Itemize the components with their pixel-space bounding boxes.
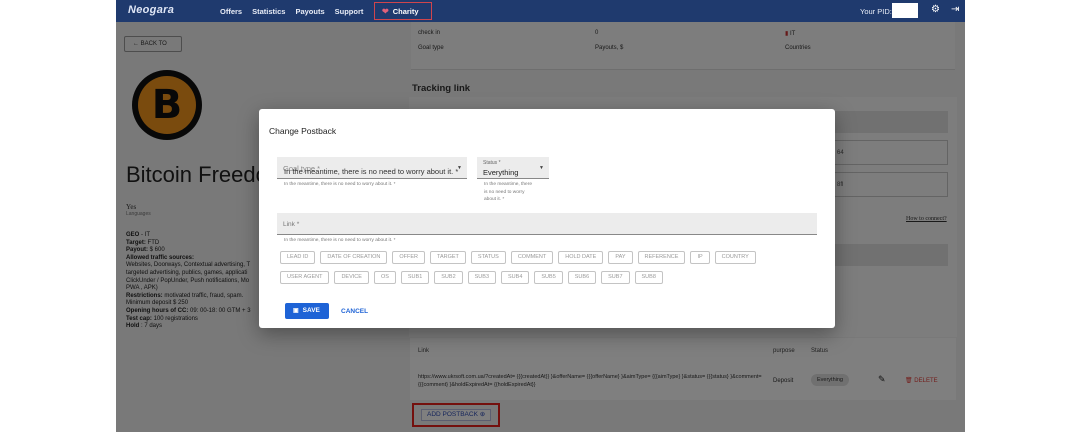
top-navbar: Neogara Offers Statistics Payouts Suppor… <box>116 0 965 22</box>
macro-chip[interactable]: COUNTRY <box>714 251 756 264</box>
macro-chips-row-1: LEAD ID DATE OF CREATION OFFER TARGET ST… <box>280 251 820 264</box>
macro-chip[interactable]: DATE OF CREATION <box>320 251 388 264</box>
heart-icon: ❤ <box>382 7 389 16</box>
macro-chip[interactable]: OFFER <box>392 251 426 264</box>
macro-chip[interactable]: SUB2 <box>434 271 463 284</box>
macro-chip[interactable]: SUB5 <box>534 271 563 284</box>
link-input[interactable]: Link * <box>277 213 817 235</box>
pid-value-box <box>892 3 918 18</box>
macro-chip[interactable]: PAY <box>608 251 633 264</box>
macro-chip[interactable]: DEVICE <box>334 271 369 284</box>
gear-icon[interactable]: ⚙ <box>931 4 940 15</box>
app-frame: Neogara Offers Statistics Payouts Suppor… <box>116 0 965 432</box>
macro-chip[interactable]: LEAD ID <box>280 251 316 264</box>
nav-charity[interactable]: ❤ Charity <box>374 2 432 20</box>
dropdown-arrow-icon: ▼ <box>457 165 462 171</box>
nav-payouts[interactable]: Payouts <box>295 7 324 16</box>
macro-chip[interactable]: STATUS <box>470 251 506 264</box>
dialog-title: Change Postback <box>269 126 337 136</box>
goal-type-select[interactable]: Goal type * In the meantime, there is no… <box>277 157 467 179</box>
nav-statistics[interactable]: Statistics <box>252 7 285 16</box>
macro-chip[interactable]: SUB8 <box>634 271 663 284</box>
macro-chip[interactable]: HOLD DATE <box>558 251 604 264</box>
macro-chip[interactable]: OS <box>373 271 396 284</box>
floppy-disk-icon: ▣ <box>293 308 299 314</box>
save-button[interactable]: ▣ SAVE <box>285 303 329 319</box>
nav-support[interactable]: Support <box>335 7 364 16</box>
macro-chip[interactable]: COMMENT <box>510 251 554 264</box>
main-nav: Offers Statistics Payouts Support <box>220 7 363 16</box>
goal-type-value: In the meantime, there is no need to wor… <box>284 167 459 176</box>
macro-chip[interactable]: SUB1 <box>400 271 430 284</box>
status-select[interactable]: Status * Everything ▼ <box>477 157 549 179</box>
link-label: Link * <box>283 221 300 228</box>
macro-chips-row-2: USER AGENT DEVICE OS SUB1 SUB2 SUB3 SUB4… <box>280 271 820 284</box>
status-value: Everything <box>483 168 519 177</box>
dropdown-arrow-icon: ▼ <box>539 165 544 171</box>
nav-offers[interactable]: Offers <box>220 7 242 16</box>
macro-chip[interactable]: IP <box>690 251 710 264</box>
goal-type-helper: In the meantime, there is no need to wor… <box>284 182 396 187</box>
macro-chip[interactable]: TARGET <box>430 251 466 264</box>
cancel-button[interactable]: CANCEL <box>341 308 368 315</box>
pid-label: Your PID: <box>860 7 892 16</box>
macro-chip[interactable]: SUB4 <box>501 271 530 284</box>
charity-label: Charity <box>392 7 419 16</box>
macro-chip[interactable]: USER AGENT <box>280 271 330 284</box>
link-helper: In the meantime, there is no need to wor… <box>284 238 396 243</box>
macro-chip[interactable]: SUB3 <box>467 271 497 284</box>
macro-chip[interactable]: REFERENCE <box>637 251 686 264</box>
status-helper: In the meantime, there is no need to wor… <box>484 182 532 202</box>
status-label: Status * <box>483 160 501 166</box>
macro-chip[interactable]: SUB7 <box>601 271 630 284</box>
macro-chip[interactable]: SUB6 <box>567 271 597 284</box>
change-postback-dialog: Change Postback Goal type * In the meant… <box>259 109 835 328</box>
logo[interactable]: Neogara <box>128 4 174 16</box>
logout-icon[interactable]: ⇥ <box>951 4 959 15</box>
